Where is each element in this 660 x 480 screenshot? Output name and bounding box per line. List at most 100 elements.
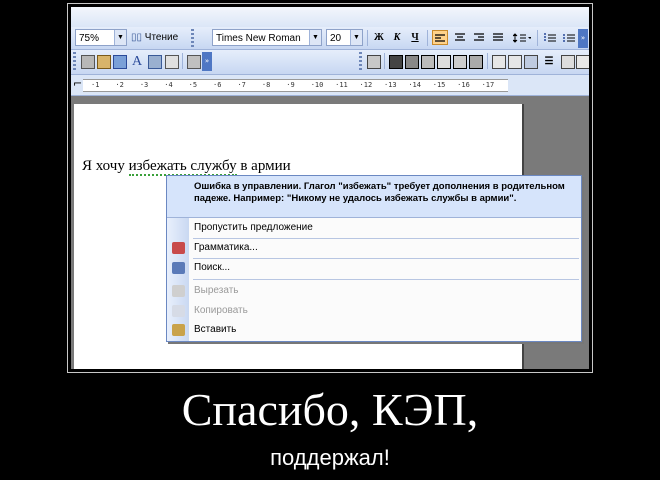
poster-subtitle: поддержал!: [270, 445, 390, 470]
picture-icon[interactable]: [148, 55, 162, 69]
toolbar-separator: [487, 53, 488, 69]
justify-icon: [493, 33, 503, 41]
frame-icon[interactable]: [165, 55, 179, 69]
ruler-tick-label: ·12: [359, 81, 373, 89]
horizontal-ruler[interactable]: ⌐ ·1·2·3·4·5·6·7·8·9·10·11·12·13·14·15·1…: [71, 75, 589, 96]
toolbar-grip-icon[interactable]: [359, 52, 362, 70]
line-color-icon[interactable]: [405, 55, 419, 69]
ruler-tick-label: ·15: [432, 81, 446, 89]
ruler-tick-label: ·16: [457, 81, 470, 89]
fill-color-icon[interactable]: [389, 55, 403, 69]
chevron-down-icon[interactable]: ▼: [350, 30, 362, 45]
toolbar-grip-icon[interactable]: [191, 29, 194, 47]
ruler-tick-label: ·5: [188, 81, 198, 89]
grammar-error-text: Ошибка в управлении. Глагол "избежать" т…: [194, 181, 565, 204]
window-top-strip: [71, 7, 589, 27]
brightness-icon[interactable]: [421, 55, 435, 69]
chevron-down-icon[interactable]: ▼: [114, 30, 126, 45]
align-left-button[interactable]: [432, 30, 448, 45]
underline-button[interactable]: Ч: [407, 30, 423, 45]
ruler-page-area: ·1 ·2 ·3 ·4 ·5 ·6 ·7 ·8 ·9 ·10 ·11 ·12 ·13 ·14 ·15 ·16 ·…: [83, 79, 508, 92]
rotate-icon[interactable]: [469, 55, 483, 69]
ruler-tick-label: ·14: [408, 81, 421, 89]
font-size-combo[interactable]: 20 ▼: [326, 29, 363, 46]
line-spacing-icon: [512, 33, 532, 43]
toolbar-separator: [182, 53, 183, 69]
ruler-tick-label: ·8: [261, 81, 271, 89]
ruler-tick-label: ·6: [213, 81, 222, 89]
toolbar-overflow-button[interactable]: »: [202, 52, 212, 71]
textbox-icon[interactable]: [113, 55, 127, 69]
ruler-tick-label: ·4: [164, 81, 173, 89]
align-left-icon: [435, 34, 445, 42]
italic-button[interactable]: К: [389, 30, 405, 45]
close-icon[interactable]: [576, 55, 589, 69]
line-style-icon[interactable]: ☰: [541, 54, 557, 69]
align-center-icon: [455, 33, 465, 41]
font-name-value: Times New Roman: [216, 33, 301, 44]
toolbar-separator: [367, 30, 368, 46]
format-picture-icon[interactable]: [524, 55, 538, 69]
document-paragraph[interactable]: Я хочу избежать службу в армии: [82, 158, 291, 176]
font-name-combo[interactable]: Times New Roman ▼: [212, 29, 322, 46]
menu-item-copy[interactable]: Копировать: [194, 305, 248, 316]
menu-separator: [193, 238, 579, 239]
reading-mode-button[interactable]: ▯▯ Чтение: [131, 29, 178, 46]
poster-title: Спасибо, КЭП,: [181, 384, 479, 435]
numbering-button[interactable]: [542, 30, 558, 45]
toolbar-separator: [427, 30, 428, 46]
paste-icon: [172, 324, 185, 336]
bullets-button[interactable]: [561, 30, 577, 45]
tools-icon[interactable]: [187, 55, 201, 69]
copy-icon: [172, 305, 185, 317]
ruler-tick-label: ·9: [286, 81, 295, 89]
compress-icon[interactable]: [492, 55, 506, 69]
menu-separator: [193, 279, 579, 280]
book-icon: ▯▯: [131, 32, 143, 43]
formatting-toolbar: 75% ▼ ▯▯ Чтение Times New Roman ▼ 20 ▼ Ж…: [71, 27, 589, 50]
menu-item-paste[interactable]: Вставить: [194, 324, 236, 335]
drawing-toolbar: A » ☰: [71, 50, 589, 75]
crop-icon[interactable]: [453, 55, 467, 69]
set-transparent-icon[interactable]: [561, 55, 575, 69]
tab-stop-selector-icon[interactable]: ⌐: [73, 77, 82, 90]
toolbar-separator: [537, 30, 538, 46]
cut-icon: [172, 285, 185, 297]
ruler-tick-label: ·13: [383, 81, 397, 89]
menu-item-grammar[interactable]: Грамматика...: [194, 242, 258, 253]
menu-separator: [193, 258, 579, 259]
chevron-down-icon[interactable]: ▼: [309, 30, 321, 45]
text-run: Я хочу: [82, 158, 129, 174]
contrast-icon[interactable]: [437, 55, 451, 69]
menu-item-ignore-sentence[interactable]: Пропустить предложение: [194, 222, 313, 233]
grammar-error-highlight[interactable]: избежать службу: [128, 158, 237, 176]
toolbar-separator: [384, 53, 385, 69]
numbered-list-icon: [544, 33, 556, 42]
insert-picture-icon[interactable]: [367, 55, 381, 69]
justify-button[interactable]: [490, 30, 506, 45]
bold-button[interactable]: Ж: [371, 30, 387, 45]
menu-item-cut[interactable]: Вырезать: [194, 285, 238, 296]
wordart-icon[interactable]: A: [129, 54, 145, 69]
align-right-icon: [474, 33, 484, 41]
bulleted-list-icon: [563, 34, 575, 42]
ruler-tick-label: ·11: [335, 81, 348, 89]
table-icon[interactable]: [81, 55, 95, 69]
text-run: в армии: [236, 158, 291, 174]
ruler-tick-label: ·3: [139, 81, 149, 89]
zoom-combo[interactable]: 75% ▼: [75, 29, 127, 46]
align-right-button[interactable]: [471, 30, 487, 45]
text-wrap-icon[interactable]: [508, 55, 522, 69]
align-center-button[interactable]: [452, 30, 468, 45]
line-spacing-button[interactable]: [511, 30, 533, 45]
toolbar-overflow-button[interactable]: »: [578, 29, 588, 48]
toolbar-grip-icon[interactable]: [73, 52, 76, 70]
ruler-tick-label: ·7: [237, 81, 246, 89]
reading-mode-label: Чтение: [144, 32, 179, 43]
grammar-icon: [172, 242, 185, 254]
menu-item-search[interactable]: Поиск...: [194, 262, 230, 273]
grammar-error-message: Ошибка в управлении. Глагол "избежать" т…: [167, 176, 581, 218]
hand-icon[interactable]: [97, 55, 111, 69]
ruler-tick-label: ·1: [91, 81, 100, 89]
font-size-value: 20: [330, 33, 342, 44]
